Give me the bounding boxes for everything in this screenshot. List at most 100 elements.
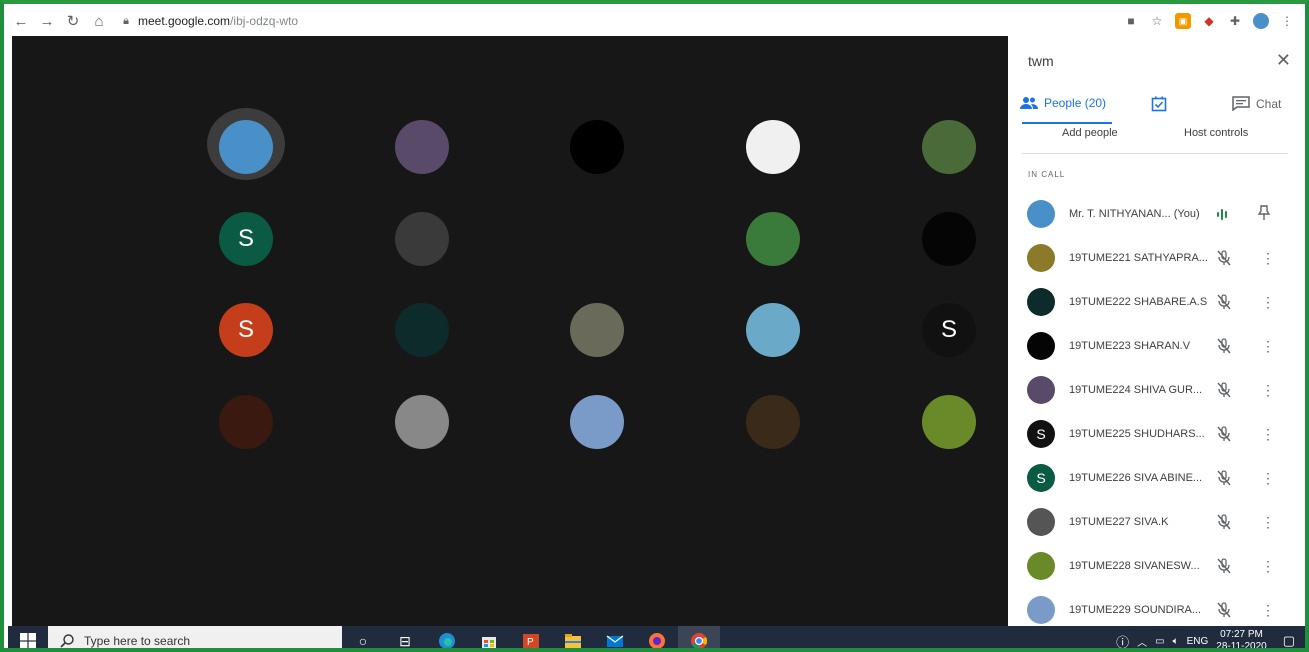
mic-off-icon[interactable] [1215, 469, 1233, 487]
participant-tile[interactable] [922, 395, 976, 449]
tab-chat[interactable]: Chat [1232, 96, 1281, 111]
address-bar[interactable]: meet.google.com/ibj-odzq-wto [138, 14, 298, 28]
audio-bar [1221, 208, 1223, 220]
star-icon[interactable]: ☆ [1149, 13, 1165, 29]
windows-start-icon[interactable] [8, 626, 48, 648]
url-path: /ibj-odzq-wto [230, 14, 299, 28]
tab-activities[interactable] [1151, 96, 1167, 115]
system-tray: ⓘ ︿ ▭ 🔈︎ ENG 07:27 PM 28-11-2020 ▢ [1116, 626, 1305, 649]
mic-off-icon[interactable] [1215, 513, 1233, 531]
browser-actions: ■ ☆ ▣ ◆ ✚ ⋮ [1123, 8, 1295, 34]
powerpoint-icon[interactable]: P [510, 626, 552, 648]
kebab-menu-icon[interactable]: ⋮ [1279, 13, 1295, 29]
mic-off-icon[interactable] [1215, 601, 1233, 619]
pin-icon[interactable] [1257, 204, 1271, 224]
store-icon[interactable] [468, 626, 510, 648]
battery-icon[interactable]: ▭ [1155, 636, 1164, 647]
more-options-icon[interactable]: ⋮ [1261, 515, 1275, 529]
puzzle-icon[interactable]: ✚ [1227, 13, 1243, 29]
mic-off-icon[interactable] [1215, 337, 1233, 355]
extension-orange-icon[interactable]: ▣ [1175, 13, 1191, 29]
close-icon[interactable]: ✕ [1276, 50, 1291, 71]
participant-row[interactable]: 19TUME227 SIVA.K ⋮ [1008, 500, 1305, 544]
task-view-icon[interactable]: ⊟ [384, 626, 426, 649]
reload-icon[interactable]: ↻ [60, 8, 86, 34]
participant-row[interactable]: 19TUME228 SIVANESW... ⋮ [1008, 544, 1305, 588]
mic-off-icon[interactable] [1215, 249, 1233, 267]
participant-tile[interactable] [746, 395, 800, 449]
back-arrow-icon[interactable]: ← [8, 8, 34, 34]
participant-tile[interactable] [570, 303, 624, 357]
help-icon[interactable]: ⓘ [1116, 632, 1129, 649]
extension-red-icon[interactable]: ◆ [1201, 13, 1217, 29]
language-indicator[interactable]: ENG [1187, 636, 1209, 647]
mic-off-icon[interactable] [1215, 381, 1233, 399]
browser-toolbar: ← → ↻ ⌂ 🔒︎ meet.google.com/ibj-odzq-wto … [8, 8, 1305, 34]
participant-tile[interactable] [746, 120, 800, 174]
add-people-button[interactable]: Add people [1062, 127, 1118, 139]
participant-tile[interactable] [922, 120, 976, 174]
more-options-icon[interactable]: ⋮ [1261, 603, 1275, 617]
windows-taskbar: Type here to search ○ ⊟ P ⓘ ︿ ▭ 🔈︎ ENG 0… [8, 626, 1305, 649]
home-icon[interactable]: ⌂ [86, 8, 112, 34]
panel-title: twm [1028, 53, 1054, 69]
participant-tile[interactable] [746, 212, 800, 266]
participant-tile[interactable] [922, 212, 976, 266]
participant-tile[interactable] [395, 395, 449, 449]
more-options-icon[interactable]: ⋮ [1261, 339, 1275, 353]
forward-arrow-icon[interactable]: → [34, 8, 60, 34]
mail-icon[interactable] [594, 626, 636, 648]
participant-tile[interactable] [219, 120, 273, 174]
host-controls-button[interactable]: Host controls [1184, 127, 1248, 139]
participant-tile[interactable]: S [922, 303, 976, 357]
participant-tile[interactable] [570, 395, 624, 449]
participant-tile[interactable] [395, 303, 449, 357]
participant-tile[interactable] [746, 303, 800, 357]
participant-list: Mr. T. NITHYANAN... (You) 19TUME221 SATHY… [1008, 192, 1305, 632]
people-panel: twm ✕ People (20) Chat Add people Host c… [1008, 36, 1305, 626]
cortana-icon[interactable]: ○ [342, 626, 384, 648]
file-explorer-icon[interactable] [552, 626, 594, 648]
participant-tile[interactable] [570, 212, 624, 266]
participant-tile[interactable] [219, 395, 273, 449]
more-options-icon[interactable]: ⋮ [1261, 251, 1275, 265]
participant-tile[interactable] [395, 120, 449, 174]
mic-off-icon[interactable] [1215, 293, 1233, 311]
participant-row[interactable]: 19TUME224 SHIVA GUR... ⋮ [1008, 368, 1305, 412]
participant-tile[interactable] [395, 212, 449, 266]
participant-row[interactable]: S 19TUME226 SIVA ABINE... ⋮ [1008, 456, 1305, 500]
participant-tile[interactable]: S [219, 303, 273, 357]
participant-row[interactable]: Mr. T. NITHYANAN... (You) [1008, 192, 1305, 236]
camera-icon[interactable]: ■ [1123, 13, 1139, 29]
clock[interactable]: 07:27 PM 28-11-2020 [1216, 629, 1266, 648]
more-options-icon[interactable]: ⋮ [1261, 427, 1275, 441]
taskbar-search[interactable]: Type here to search [48, 626, 342, 648]
participant-name: 19TUME224 SHIVA GUR... [1069, 384, 1203, 396]
mic-off-icon[interactable] [1215, 557, 1233, 575]
participant-name: 19TUME221 SATHYAPRA... [1069, 252, 1208, 264]
participant-row[interactable]: 19TUME222 SHABARE.A.S ⋮ [1008, 280, 1305, 324]
participant-row[interactable]: 19TUME221 SATHYAPRA... ⋮ [1008, 236, 1305, 280]
firefox-icon[interactable] [636, 626, 678, 648]
mic-off-icon[interactable] [1215, 425, 1233, 443]
chrome-icon[interactable] [678, 626, 720, 648]
notification-icon[interactable]: ▢ [1283, 633, 1295, 648]
chevron-up-icon[interactable]: ︿ [1137, 634, 1147, 649]
participant-row[interactable]: 19TUME223 SHARAN.V ⋮ [1008, 324, 1305, 368]
tab-chat-label: Chat [1256, 96, 1282, 111]
participant-tile[interactable]: S [219, 212, 273, 266]
participant-row[interactable]: S 19TUME225 SHUDHARS... ⋮ [1008, 412, 1305, 456]
lock-icon[interactable]: 🔒︎ [118, 15, 134, 28]
participant-name: 19TUME225 SHUDHARS... [1069, 428, 1205, 440]
volume-icon[interactable]: 🔈︎ [1173, 636, 1179, 647]
profile-avatar[interactable] [1253, 13, 1269, 29]
more-options-icon[interactable]: ⋮ [1261, 295, 1275, 309]
participant-name: 19TUME228 SIVANESW... [1069, 560, 1200, 572]
tab-people[interactable]: People (20) [1020, 96, 1106, 110]
more-options-icon[interactable]: ⋮ [1261, 559, 1275, 573]
people-actions: Add people Host controls [1008, 127, 1305, 147]
edge-icon[interactable] [426, 626, 468, 648]
more-options-icon[interactable]: ⋮ [1261, 471, 1275, 485]
more-options-icon[interactable]: ⋮ [1261, 383, 1275, 397]
participant-tile[interactable] [570, 120, 624, 174]
